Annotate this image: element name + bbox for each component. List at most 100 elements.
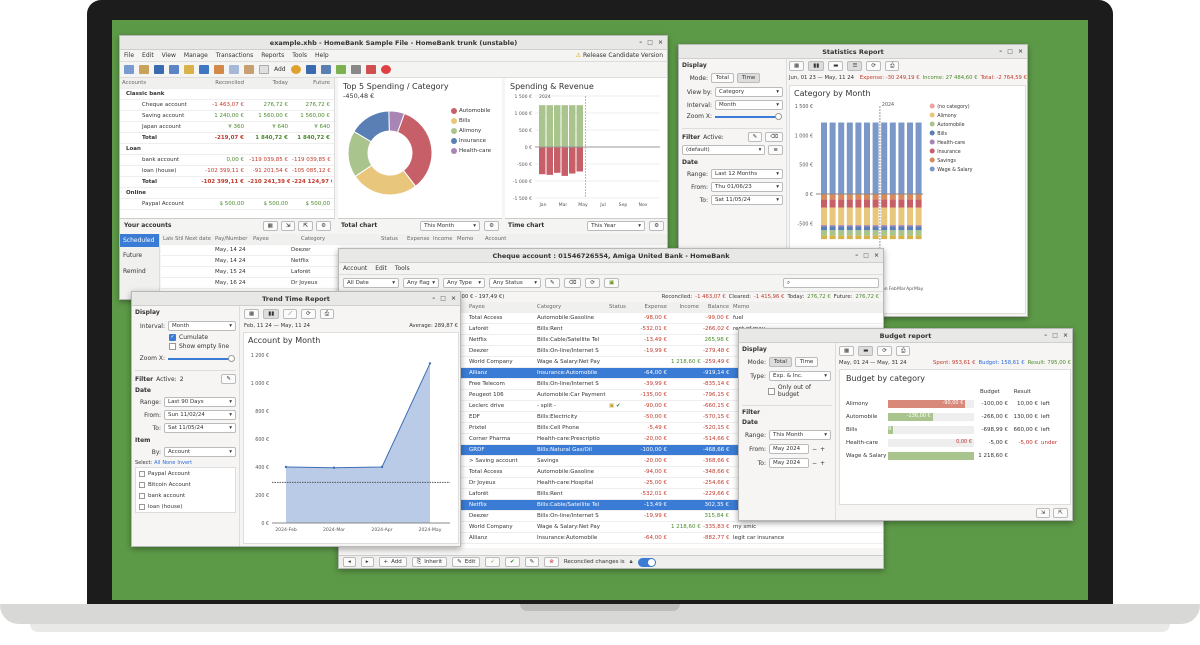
maximize-icon[interactable]: □ <box>863 252 869 259</box>
trend-zoom-slider[interactable] <box>168 354 235 362</box>
print-icon[interactable]: ⎙ <box>319 309 335 319</box>
sched-col-header[interactable]: Category <box>299 236 379 242</box>
edit-icon[interactable]: ✎ <box>524 557 540 567</box>
tab-future[interactable]: Future <box>120 247 159 264</box>
trend-icon[interactable] <box>305 65 316 74</box>
accounts-icon[interactable] <box>169 65 179 74</box>
account-row[interactable]: Online <box>120 188 334 199</box>
open-file-icon[interactable] <box>139 65 149 74</box>
select-invert-link[interactable]: Invert <box>177 460 192 466</box>
account-row[interactable]: Japan account ¥ 360 ¥ 640 ¥ 640 <box>120 122 334 133</box>
mode-total-button[interactable]: Total <box>711 73 734 83</box>
add-txn-button[interactable]: + Add <box>378 557 407 567</box>
spend-period-select[interactable]: This Year ▾ <box>587 220 646 231</box>
budget-row[interactable]: Bills -38,99 € -698,99 €660,00 € left <box>846 423 1064 438</box>
save-icon[interactable] <box>154 65 164 74</box>
trend-item-checkbox[interactable] <box>139 481 145 488</box>
trend-item[interactable]: loan (house) <box>136 501 235 512</box>
spend-settings-icon[interactable]: ⚙ <box>649 220 664 231</box>
top5-period-select[interactable]: This Month ▾ <box>420 220 481 231</box>
acc-settings-icon[interactable]: ⚙ <box>316 220 331 231</box>
date-filter-select[interactable]: All Date ▾ <box>343 278 399 288</box>
cumulate-checkbox[interactable]: ✓ <box>169 334 176 341</box>
select-none-link[interactable]: None <box>162 460 175 466</box>
minimize-icon[interactable]: – <box>1044 332 1047 339</box>
main-titlebar[interactable]: example.xhb - HomeBank Sample File - Hom… <box>120 36 667 50</box>
account-row[interactable]: Classic bank <box>120 89 334 100</box>
account-row[interactable]: Total -102 399,11 € -210 241,39 € -224 124,… <box>120 177 334 188</box>
filter-edit-icon[interactable]: ✎ <box>221 374 236 384</box>
edit-button[interactable]: ✎ Edit <box>452 557 481 567</box>
sched-col-header[interactable]: Status <box>379 236 405 242</box>
open-account-icon[interactable] <box>259 65 269 74</box>
type-filter-select[interactable]: Any Type ▾ <box>443 278 485 288</box>
trend-item[interactable]: Bitcoin Account <box>136 479 235 490</box>
list-view-icon[interactable]: ▦ <box>839 346 855 356</box>
trend-item-checkbox[interactable] <box>139 492 145 499</box>
txn-status[interactable]: ▣ ✔ <box>607 403 637 409</box>
maximize-icon[interactable]: □ <box>440 295 446 302</box>
payees-icon[interactable] <box>184 65 194 74</box>
cheque-titlebar[interactable]: Cheque account : 01546726554, Amiga Unit… <box>339 249 883 263</box>
print-icon[interactable]: ⎙ <box>885 61 900 71</box>
inherit-button[interactable]: ⎘ Inherit <box>411 557 448 567</box>
prev-icon[interactable]: ◂ <box>343 557 356 567</box>
budget-row[interactable]: Automobile -136,00 € -266,00 € 130,00 € left <box>846 410 1064 423</box>
flag-filter-select[interactable]: Any flag ▾ <box>403 278 439 288</box>
tab-scheduled[interactable]: Scheduled <box>120 234 159 247</box>
maximize-icon[interactable]: □ <box>1007 48 1013 55</box>
stats-titlebar[interactable]: Statistics Report – □ × <box>679 45 1027 59</box>
only-out-checkbox[interactable] <box>768 387 775 395</box>
txn-col-header[interactable]: Category <box>535 304 607 310</box>
txn-col-header[interactable]: Memo <box>731 304 801 310</box>
balance-icon[interactable] <box>320 65 331 74</box>
categories-icon[interactable] <box>199 65 209 74</box>
delete-icon[interactable]: ⊗ <box>544 557 559 567</box>
sched-col-header[interactable]: Income <box>431 236 455 242</box>
close-icon[interactable]: × <box>1063 332 1068 339</box>
trend-item-checkbox[interactable] <box>139 470 145 477</box>
mode-time-button[interactable]: Time <box>736 73 761 83</box>
minimize-icon[interactable]: – <box>639 39 642 46</box>
close-icon[interactable]: × <box>874 252 879 259</box>
refresh-icon[interactable]: ⟳ <box>866 61 882 71</box>
budget-icon[interactable] <box>229 65 239 74</box>
sched-col-header[interactable]: Expense <box>405 236 431 242</box>
menu-transactions[interactable]: Transactions <box>216 52 253 59</box>
refresh-icon[interactable]: ⟳ <box>301 309 316 319</box>
bar-chart-icon[interactable]: ▬ <box>858 346 874 356</box>
assign-icon[interactable] <box>244 65 254 74</box>
expand-icon[interactable]: ⇲ <box>1035 508 1051 518</box>
from-plus-icon[interactable]: + <box>820 446 825 453</box>
txn-col-header[interactable]: Income <box>669 304 701 310</box>
line-chart-icon[interactable]: ⟋ <box>283 309 298 319</box>
txn-col-header[interactable]: Expense <box>637 304 669 310</box>
maximize-icon[interactable]: □ <box>1052 332 1058 339</box>
from-minus-icon[interactable]: − <box>812 446 817 453</box>
close-icon[interactable]: × <box>1018 48 1023 55</box>
budget-from-field[interactable]: May 2024 <box>769 444 809 454</box>
txn-col-header[interactable]: Payee <box>467 304 535 310</box>
account-row[interactable]: Total -219,07 € 1 840,72 € 1 840,72 € <box>120 133 334 144</box>
print-icon[interactable]: ⎙ <box>896 346 911 356</box>
trend-item[interactable]: Paypal Account <box>136 468 235 479</box>
budget-type-select[interactable]: Exp. & Inc. ▾ <box>769 371 831 381</box>
search-input[interactable]: ⌕ <box>783 278 879 288</box>
close-icon[interactable]: × <box>658 39 663 46</box>
show-empty-checkbox[interactable] <box>169 343 176 350</box>
minimize-icon[interactable]: – <box>999 48 1002 55</box>
maximize-icon[interactable]: □ <box>647 39 653 46</box>
from-date-field[interactable]: Thu 01/06/23 ▾ <box>711 182 783 192</box>
account-row[interactable]: Saving account 1 240,00 € 1 560,00 € 1 560,… <box>120 111 334 122</box>
range-select[interactable]: Last 12 Months ▾ <box>711 169 783 179</box>
budget-titlebar[interactable]: Budget report – □ × <box>739 329 1072 343</box>
minimize-icon[interactable]: – <box>432 295 435 302</box>
budget-row[interactable]: Alimony -90,00 € -100,00 € 10,00 € left <box>846 397 1064 410</box>
filter-preset-select[interactable]: (default) ▾ <box>682 145 766 155</box>
menu-tools[interactable]: Tools <box>395 265 410 272</box>
trend-range-select[interactable]: Last 90 Days ▾ <box>164 397 236 407</box>
bar-chart-icon[interactable]: ▬ <box>828 61 844 71</box>
column-chart-icon[interactable]: ▮▮ <box>263 309 280 319</box>
sched-col-header[interactable]: Pay/Number <box>213 236 251 242</box>
menu-view[interactable]: View <box>162 52 176 59</box>
